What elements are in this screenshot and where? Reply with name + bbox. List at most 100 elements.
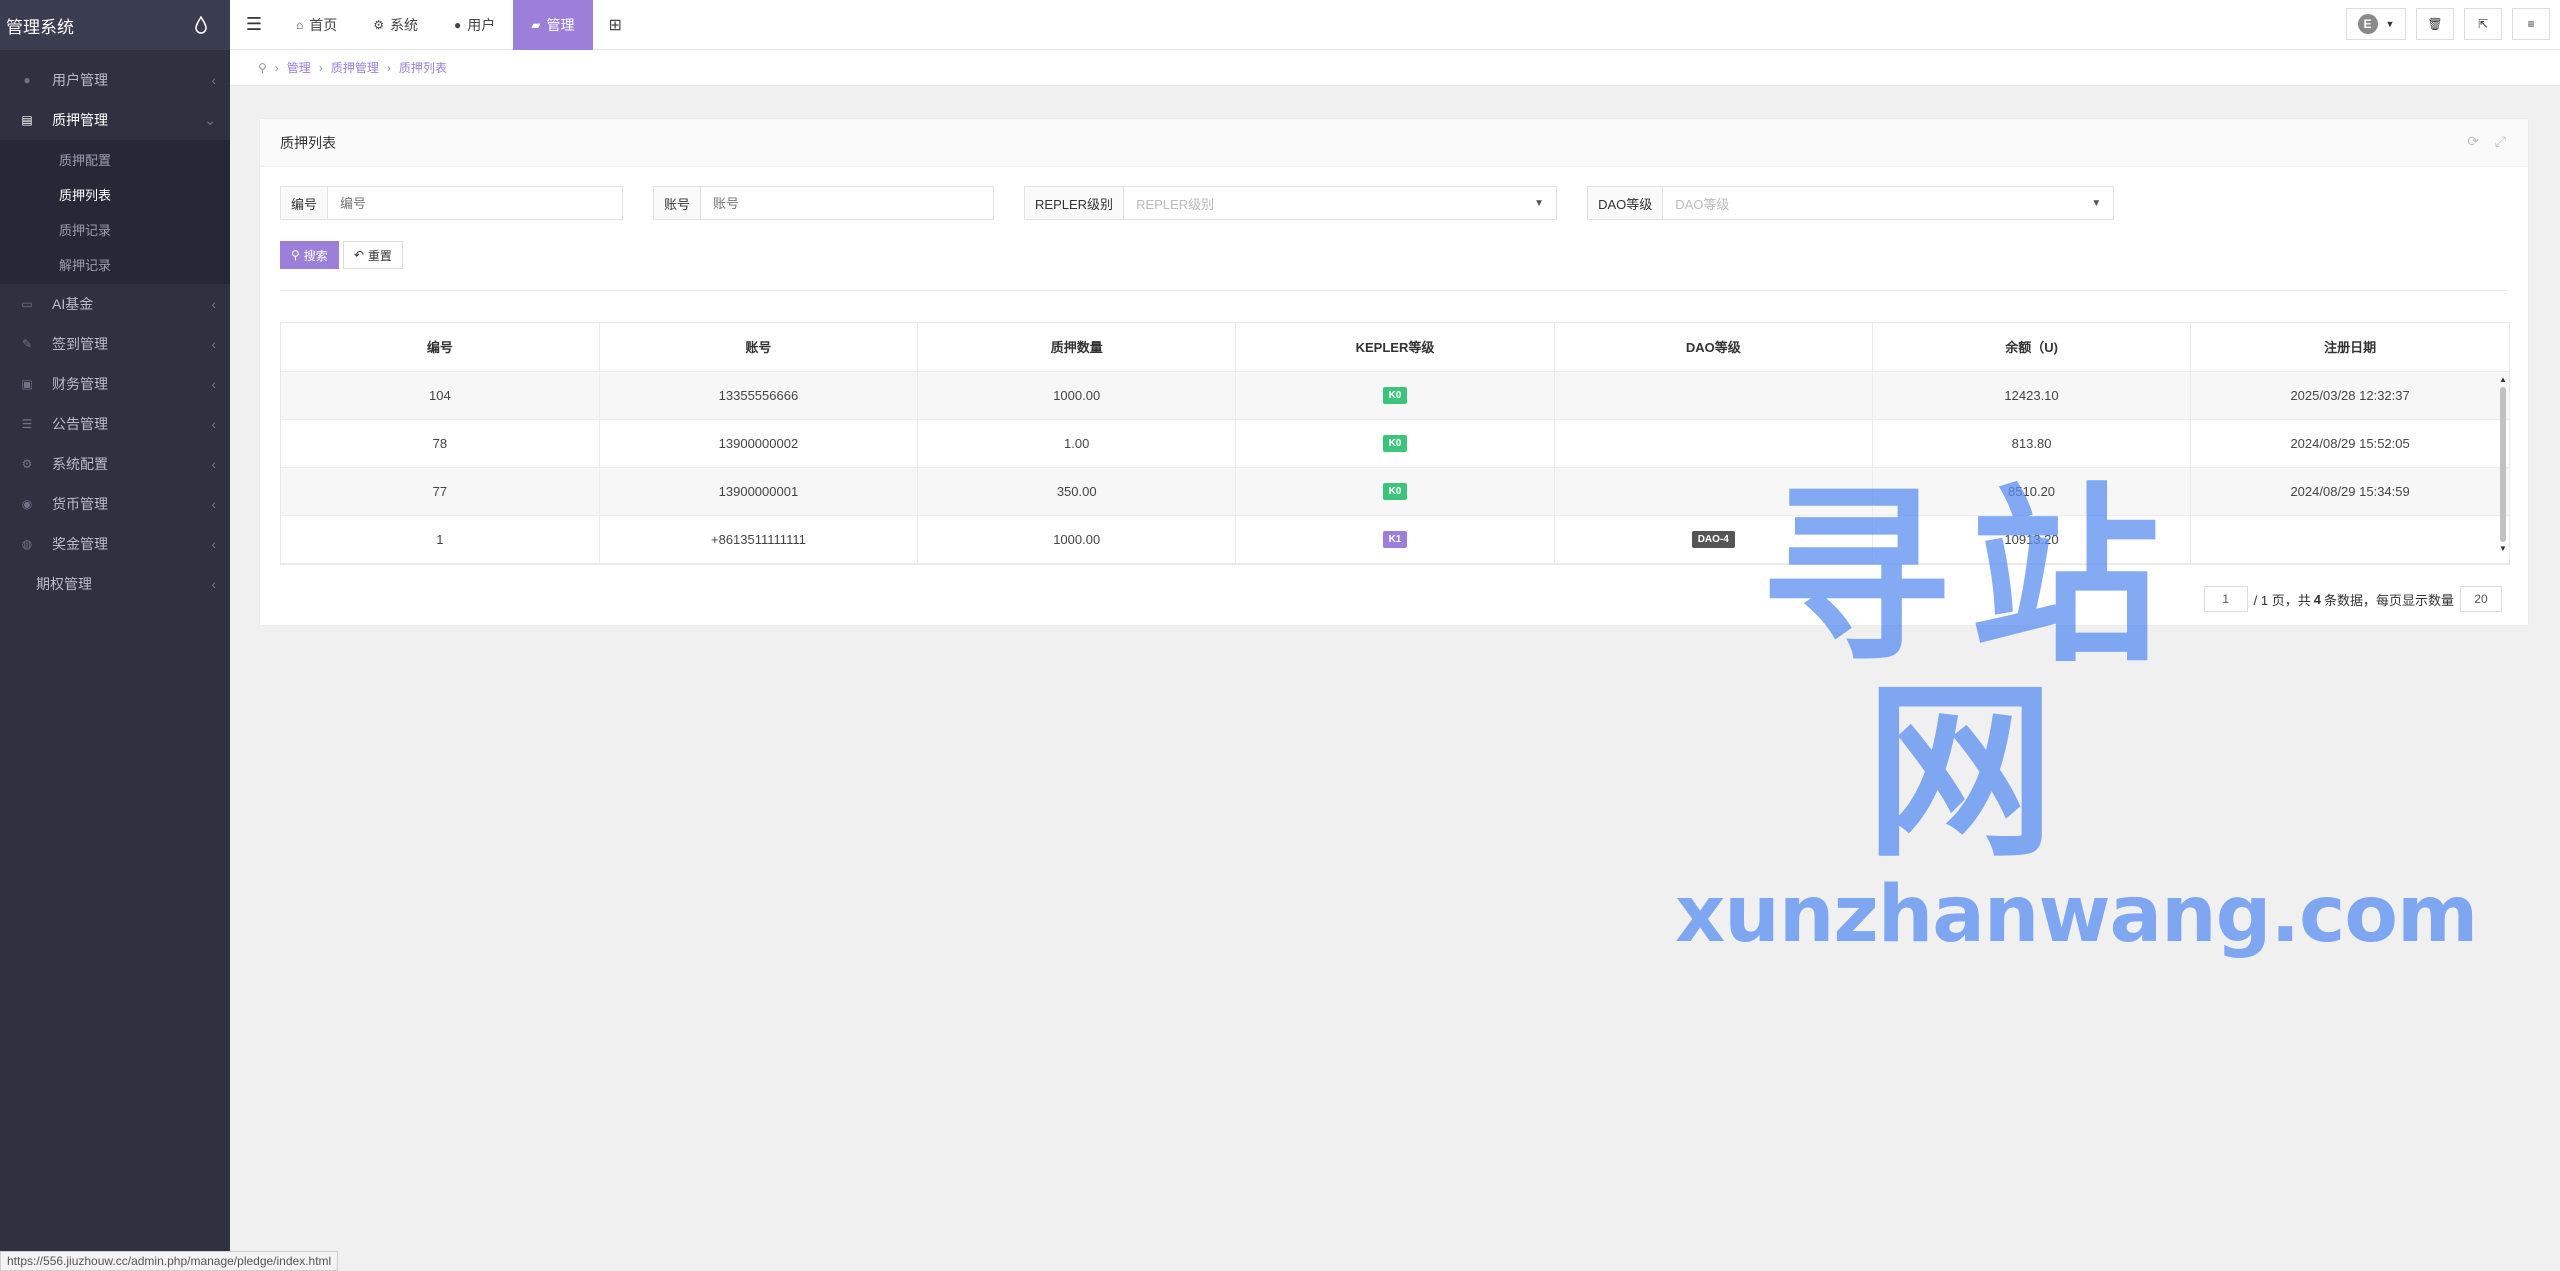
reset-button-label: 重置 <box>367 248 392 263</box>
edit-icon: ✎ <box>21 337 33 351</box>
breadcrumb-item-pledge-list[interactable]: 质押列表 <box>399 59 447 76</box>
watermark-url: xunzhanwang.com <box>1675 870 2478 960</box>
filter-dao-placeholder: DAO等级 <box>1675 196 1730 212</box>
sidebar-item-options[interactable]: 期权管理 ‹ <box>0 564 230 604</box>
column-header-dao[interactable]: DAO等级 <box>1554 323 1873 372</box>
user-icon: ● <box>454 17 462 32</box>
external-link-icon: ⇱ <box>2477 17 2489 31</box>
sidebar-item-bonus[interactable]: ◍ 奖金管理 ‹ <box>0 524 230 564</box>
sidebar-item-notice[interactable]: ☰ 公告管理 ‹ <box>0 404 230 444</box>
sidebar-item-label: 财务管理 <box>52 376 108 392</box>
chevron-down-icon: ⌄ <box>204 111 216 128</box>
cell-account: 13900000001 <box>599 467 919 516</box>
refresh-icon[interactable]: ⟳ <box>2467 133 2479 150</box>
tab-manage[interactable]: ▰ 管理 <box>513 0 593 50</box>
sidebar-item-label: 签到管理 <box>52 336 108 352</box>
list-icon: ≡ <box>2527 17 2535 31</box>
table-row[interactable]: 104 13355556666 1000.00 K0 12423.10 2025… <box>281 371 2509 420</box>
cell-account: 13900000002 <box>599 419 919 468</box>
sidebar-item-label: 公告管理 <box>52 416 108 432</box>
cell-kepler: K1 <box>1235 515 1555 564</box>
search-button[interactable]: ⚲ 搜索 <box>280 241 339 269</box>
page-size-input[interactable]: 20 <box>2460 586 2502 612</box>
sidebar-item-pledge[interactable]: ▤ 质押管理 ⌄ <box>0 100 230 140</box>
sidebar-item-finance[interactable]: ▣ 财务管理 ‹ <box>0 364 230 404</box>
breadcrumb-separator: › <box>318 60 323 75</box>
sidebar-subitem-pledge-config[interactable]: 质押配置 <box>0 142 230 177</box>
cell-amount: 1000.00 <box>917 515 1237 564</box>
reset-button[interactable]: ↶ 重置 <box>342 241 403 269</box>
scroll-down-icon[interactable]: ▼ <box>2499 544 2507 554</box>
sidebar-item-label: 系统配置 <box>52 456 108 472</box>
scroll-up-icon[interactable]: ▲ <box>2499 375 2507 385</box>
cell-id: 1 <box>281 515 600 564</box>
filter-id-input[interactable] <box>328 187 623 219</box>
menu-toggle-icon[interactable]: ☰ <box>230 0 278 50</box>
sidebar: 管理系统 ● 用户管理 ‹ ▤ 质押管理 ⌄ 质押配置 质押列表 质押记录 解押… <box>0 0 230 1271</box>
watermark-text: 寻站网 <box>1759 467 2180 883</box>
cell-amount: 1000.00 <box>917 371 1237 420</box>
table-header-row: 编号 账号 质押数量 KEPLER等级 DAO等级 余额（U) 注册日期 <box>281 323 2509 372</box>
filter-repler: REPLER级别 REPLER级别 ▼ <box>1024 186 1558 220</box>
filter-repler-placeholder: REPLER级别 <box>1136 196 1215 212</box>
scrollbar-thumb[interactable] <box>2500 387 2506 542</box>
fullscreen-button[interactable]: ⇱ <box>2464 8 2502 40</box>
panel-title: 质押列表 <box>260 119 2528 167</box>
settings-menu-button[interactable]: ≡ <box>2512 8 2550 40</box>
money-icon: ▣ <box>21 377 33 391</box>
table-icon: ▤ <box>21 113 33 127</box>
caret-down-icon: ▼ <box>2091 197 2102 209</box>
cell-id: 104 <box>281 371 600 420</box>
grid-icon[interactable]: ⊞ <box>593 0 638 50</box>
sidebar-item-checkin[interactable]: ✎ 签到管理 ‹ <box>0 324 230 364</box>
sidebar-item-ai-fund[interactable]: ▭ AI基金 ‹ <box>0 284 230 324</box>
tab-home[interactable]: ⌂ 首页 <box>278 0 355 50</box>
tab-label: 首页 <box>309 16 338 33</box>
tab-system[interactable]: ⚙ 系统 <box>355 0 436 50</box>
tab-label: 管理 <box>546 16 575 33</box>
cell-balance: 12423.10 <box>1872 371 2192 420</box>
sidebar-item-currency[interactable]: ◉ 货币管理 ‹ <box>0 484 230 524</box>
theme-drop-icon[interactable] <box>194 16 208 34</box>
breadcrumb-item-pledge[interactable]: 质押管理 <box>331 59 379 76</box>
column-header-kepler[interactable]: KEPLER等级 <box>1235 323 1555 372</box>
filter-dao-select[interactable]: DAO等级 ▼ <box>1663 187 2113 219</box>
kepler-badge: K0 <box>1382 435 1408 452</box>
filter-account-input[interactable] <box>701 187 994 219</box>
column-header-id[interactable]: 编号 <box>281 323 600 372</box>
sidebar-subitem-pledge-records[interactable]: 质押记录 <box>0 212 230 247</box>
user-dropdown-button[interactable]: E ▼ <box>2346 8 2406 40</box>
column-header-date[interactable]: 注册日期 <box>2190 323 2509 372</box>
filter-id-label: 编号 <box>281 187 329 219</box>
breadcrumb-item-manage[interactable]: 管理 <box>287 59 311 76</box>
status-url: https://556.jiuzhouw.cc/admin.php/manage… <box>0 1251 339 1271</box>
avatar: E <box>2357 14 2378 34</box>
gift-icon: ◍ <box>21 537 33 551</box>
cell-amount: 1.00 <box>917 419 1237 468</box>
sidebar-submenu-pledge: 质押配置 质押列表 质押记录 解押记录 <box>0 140 230 284</box>
table-row[interactable]: 78 13900000002 1.00 K0 813.80 2024/08/29… <box>281 419 2509 468</box>
column-header-balance[interactable]: 余额（U) <box>1872 323 2192 372</box>
filter-actions: ⚲ 搜索 ↶ 重置 <box>280 241 403 269</box>
tab-user[interactable]: ● 用户 <box>436 0 513 50</box>
filter-form: 编号 账号 REPLER级别 REPLER级别 ▼ DAO等级 DAO等级 ▼ <box>280 186 2144 220</box>
cell-id: 77 <box>281 467 600 516</box>
filter-account-label: 账号 <box>654 187 702 219</box>
filter-account: 账号 <box>653 186 995 220</box>
trash-button[interactable]: 🗑 <box>2416 8 2454 40</box>
column-header-amount[interactable]: 质押数量 <box>917 323 1237 372</box>
chevron-left-icon: ‹ <box>211 72 216 88</box>
filter-dao-label: DAO等级 <box>1588 187 1664 219</box>
cogs-icon: ⚙ <box>21 457 33 471</box>
sidebar-subitem-pledge-list[interactable]: 质押列表 <box>0 177 230 212</box>
cell-id: 78 <box>281 419 600 468</box>
cell-account: +8613511111111 <box>599 515 919 564</box>
expand-icon[interactable]: ⤢ <box>2495 133 2506 150</box>
sidebar-subitem-unpledge-records[interactable]: 解押记录 <box>0 247 230 282</box>
sidebar-item-user[interactable]: ● 用户管理 ‹ <box>0 60 230 100</box>
column-header-account[interactable]: 账号 <box>599 323 919 372</box>
chevron-left-icon: ‹ <box>211 576 216 592</box>
sidebar-item-system-config[interactable]: ⚙ 系统配置 ‹ <box>0 444 230 484</box>
table-scrollbar[interactable]: ▲ ▼ <box>2499 375 2507 555</box>
filter-repler-select[interactable]: REPLER级别 ▼ <box>1124 187 1556 219</box>
